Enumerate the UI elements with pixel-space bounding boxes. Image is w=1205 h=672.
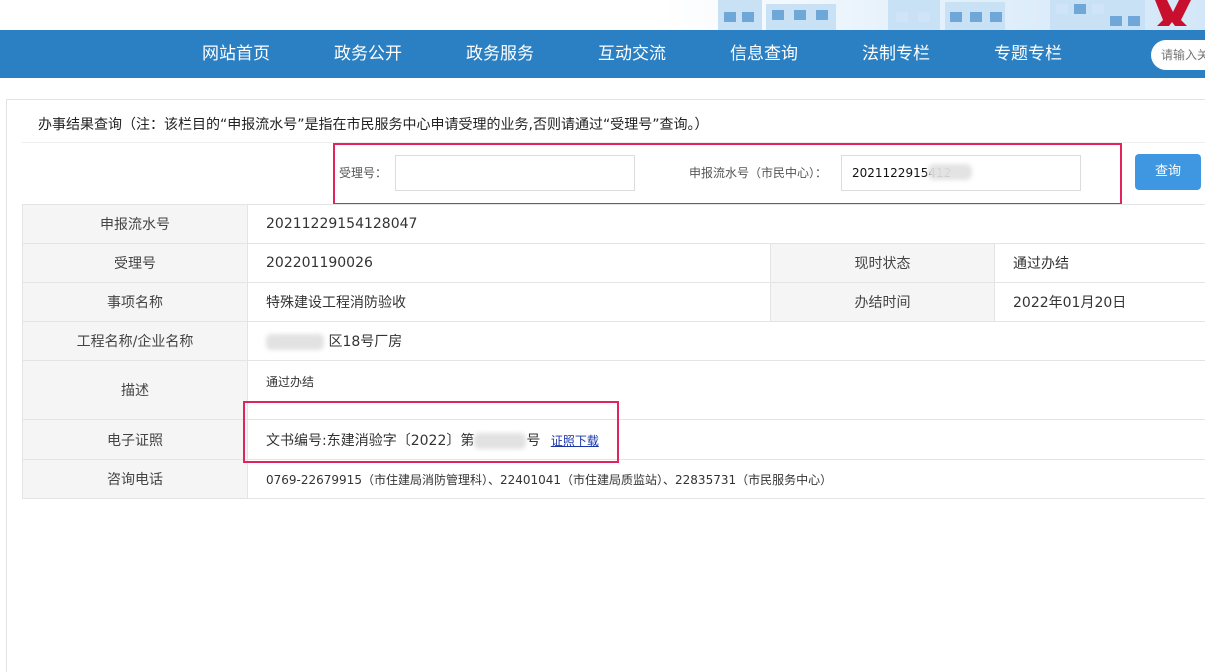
banner-window [816, 10, 828, 20]
redacted-blur [266, 334, 324, 350]
nav-item-home[interactable]: 网站首页 [186, 30, 286, 78]
certificate-label-cell: 电子证照 [22, 419, 248, 460]
description-label-cell: 描述 [22, 360, 248, 420]
nav-item-special-topics[interactable]: 专题专栏 [978, 30, 1078, 78]
project-name-cell: 区18号厂房 [247, 321, 1205, 361]
serial-number-label-cell: 申报流水号 [22, 204, 248, 244]
logo-icon [1155, 0, 1191, 26]
nav-item-gov-services[interactable]: 政务服务 [450, 30, 550, 78]
banner-window [896, 12, 908, 22]
table-row: 申报流水号 20211229154128047 [22, 204, 1205, 244]
banner-window [742, 12, 754, 22]
consult-phone-label-cell: 咨询电话 [22, 459, 248, 499]
search-input[interactable] [1151, 40, 1205, 70]
accept-number-value: 202201190026 [247, 243, 771, 283]
nav-item-info-query[interactable]: 信息查询 [714, 30, 814, 78]
banner-window [950, 12, 962, 22]
status-label-cell: 现时状态 [770, 243, 995, 283]
banner-window [1056, 4, 1068, 14]
project-name-value: 区18号厂房 [328, 334, 403, 350]
query-notice: 办事结果查询（注：该栏目的“申报流水号”是指在市民服务中心申请受理的业务,否则请… [38, 117, 709, 133]
nav-item-legal-column[interactable]: 法制专栏 [846, 30, 946, 78]
table-row: 事项名称 特殊建设工程消防验收 办结时间 2022年01月20日 [22, 282, 1205, 322]
banner-window [1074, 4, 1086, 14]
nav-item-interaction[interactable]: 互动交流 [582, 30, 682, 78]
banner-window [970, 12, 982, 22]
consult-phone-value: 0769-22679915（市住建局消防管理科）、22401041（市住建局质监… [247, 459, 1205, 499]
banner-window [1092, 4, 1104, 14]
finish-time-value: 2022年01月20日 [994, 282, 1205, 322]
highlight-box-certificate [243, 401, 619, 463]
status-value: 通过办结 [994, 243, 1205, 283]
site-search [1151, 40, 1205, 70]
banner-window [918, 12, 930, 22]
main-nav: 网站首页 政务公开 政务服务 互动交流 信息查询 法制专栏 专题专栏 [0, 30, 1205, 78]
item-name-value: 特殊建设工程消防验收 [247, 282, 771, 322]
banner-window [772, 10, 784, 20]
banner-window [794, 10, 806, 20]
table-row: 受理号 202201190026 现时状态 通过办结 [22, 243, 1205, 283]
highlight-box-query [333, 143, 1122, 205]
top-banner [0, 0, 1205, 30]
finish-time-label-cell: 办结时间 [770, 282, 995, 322]
query-button[interactable]: 查询 [1135, 154, 1201, 190]
banner-window [1128, 16, 1140, 26]
project-name-label-cell: 工程名称/企业名称 [22, 321, 248, 361]
banner-window [990, 12, 1002, 22]
table-row: 咨询电话 0769-22679915（市住建局消防管理科）、22401041（市… [22, 459, 1205, 499]
item-name-label-cell: 事项名称 [22, 282, 248, 322]
serial-number-value: 20211229154128047 [247, 204, 1205, 244]
banner-background [0, 0, 1205, 30]
table-row: 工程名称/企业名称 区18号厂房 [22, 321, 1205, 361]
accept-number-label-cell: 受理号 [22, 243, 248, 283]
banner-window [1110, 16, 1122, 26]
banner-window [724, 12, 736, 22]
nav-item-gov-affairs-public[interactable]: 政务公开 [318, 30, 418, 78]
